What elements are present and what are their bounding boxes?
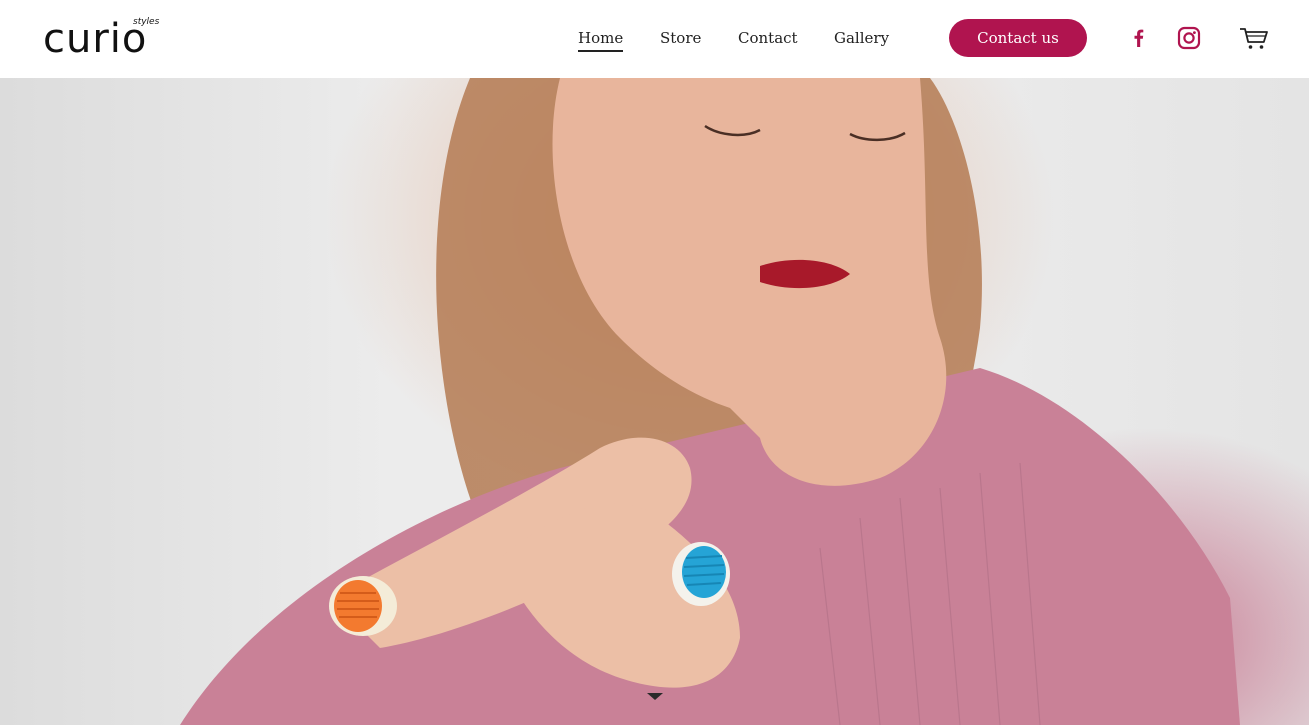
hero-illustration — [180, 78, 1240, 725]
instagram-icon[interactable] — [1176, 25, 1202, 51]
nav-item-home[interactable]: Home — [578, 26, 624, 52]
contact-us-button[interactable]: Contact us — [949, 19, 1087, 57]
cart-icon[interactable] — [1238, 24, 1270, 52]
blue-ring — [672, 542, 730, 606]
nav-item-contact[interactable]: Contact — [738, 26, 798, 50]
orange-ring — [329, 576, 397, 636]
site-header: curio styles Home Store Contact Gallery … — [0, 0, 1309, 78]
nav-item-store[interactable]: Store — [660, 26, 701, 50]
chevron-down-icon[interactable] — [647, 693, 663, 700]
logo[interactable]: curio styles — [43, 17, 161, 59]
facebook-icon[interactable] — [1127, 26, 1151, 50]
logo-wordmark: curio — [43, 16, 148, 62]
nav-item-gallery[interactable]: Gallery — [834, 26, 889, 50]
hero-image — [0, 78, 1309, 725]
logo-tagline: styles — [133, 17, 160, 27]
